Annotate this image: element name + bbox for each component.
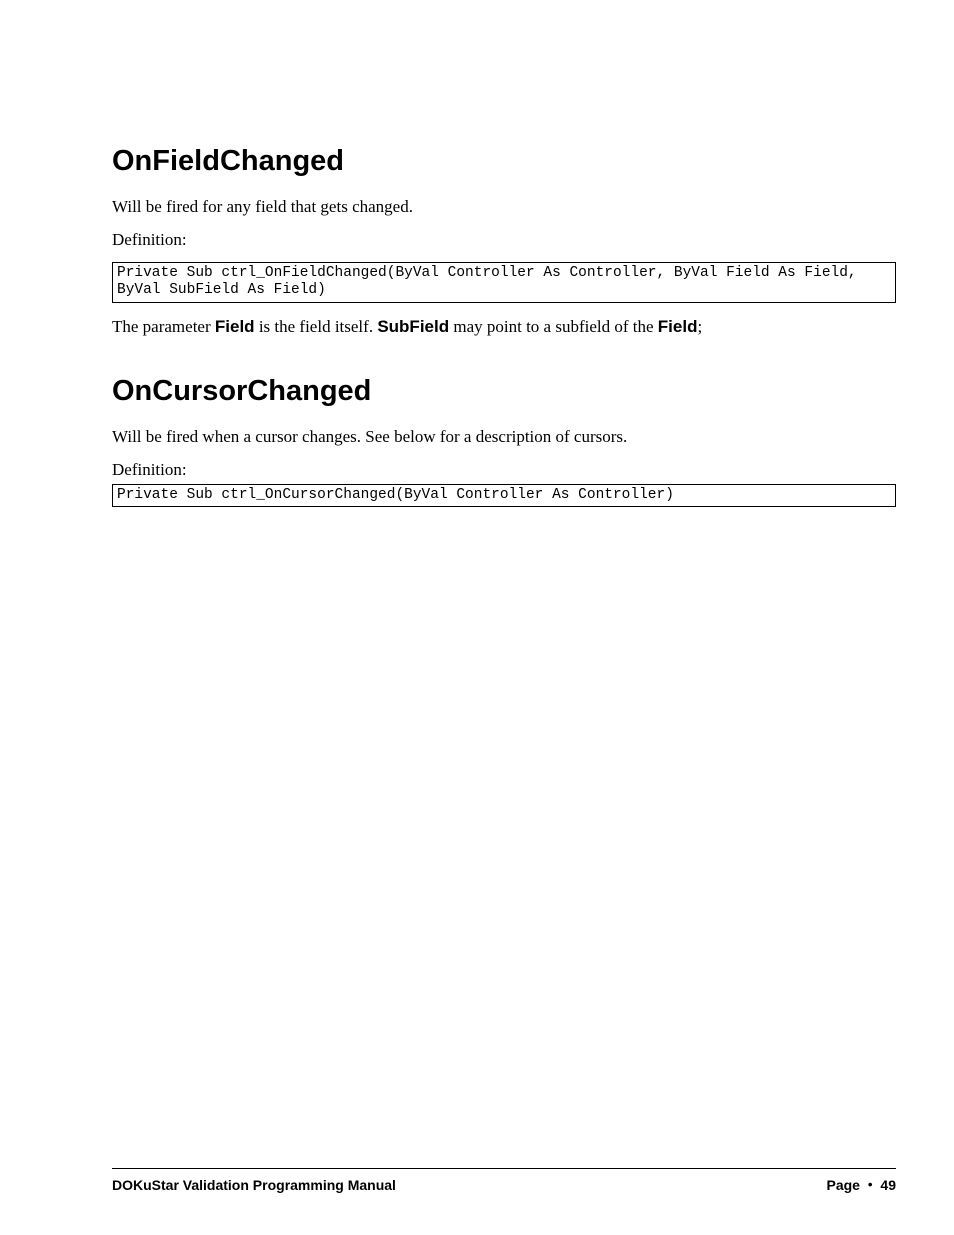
onfieldchanged-definition-label: Definition:	[112, 229, 896, 252]
oncursorchanged-code: Private Sub ctrl_OnCursorChanged(ByVal C…	[112, 484, 896, 507]
param-text: is the field itself.	[255, 317, 378, 336]
footer-row: DOKuStar Validation Programming Manual P…	[112, 1177, 896, 1193]
param-text: may point to a subfield of the	[449, 317, 658, 336]
footer-page: Page • 49	[826, 1177, 896, 1193]
page-content: OnFieldChanged Will be fired for any fie…	[0, 0, 954, 507]
section-oncursorchanged: OnCursorChanged Will be fired when a cur…	[112, 375, 896, 507]
footer-page-label: Page	[826, 1177, 859, 1193]
param-field2: Field	[658, 317, 698, 336]
footer-page-number: 49	[880, 1177, 896, 1193]
param-text: The parameter	[112, 317, 215, 336]
footer-rule	[112, 1168, 896, 1169]
param-field: Field	[215, 317, 255, 336]
section-onfieldchanged: OnFieldChanged Will be fired for any fie…	[112, 145, 896, 337]
heading-onfieldchanged: OnFieldChanged	[112, 145, 896, 178]
param-text: ;	[697, 317, 702, 336]
heading-oncursorchanged: OnCursorChanged	[112, 375, 896, 408]
onfieldchanged-param-line: The parameter Field is the field itself.…	[112, 317, 896, 337]
bullet-icon: •	[864, 1176, 881, 1192]
page-footer: DOKuStar Validation Programming Manual P…	[112, 1168, 896, 1193]
onfieldchanged-desc: Will be fired for any field that gets ch…	[112, 196, 896, 219]
onfieldchanged-code: Private Sub ctrl_OnFieldChanged(ByVal Co…	[112, 262, 896, 303]
oncursorchanged-definition-label: Definition:	[112, 459, 896, 482]
param-subfield: SubField	[377, 317, 449, 336]
oncursorchanged-desc: Will be fired when a cursor changes. See…	[112, 426, 896, 449]
footer-title: DOKuStar Validation Programming Manual	[112, 1177, 396, 1193]
